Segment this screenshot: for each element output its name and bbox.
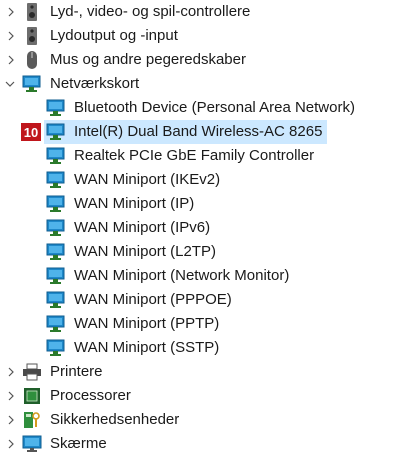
network-adapter-icon bbox=[22, 74, 42, 94]
tree-item-network-adapters[interactable]: Netværkskort bbox=[0, 72, 419, 96]
network-adapter-icon bbox=[46, 266, 66, 286]
tree-item-label: Sikkerhedsenheder bbox=[50, 411, 180, 428]
tree-item-label: WAN Miniport (IKEv2) bbox=[74, 171, 221, 188]
tree-item-label: WAN Miniport (Network Monitor) bbox=[74, 267, 290, 284]
tree-item-adapter[interactable]: WAN Miniport (L2TP) bbox=[0, 240, 419, 264]
tree-item-label: Realtek PCIe GbE Family Controller bbox=[74, 147, 315, 164]
annotation-badge: 10 bbox=[21, 123, 41, 141]
chevron-right-icon[interactable] bbox=[6, 0, 16, 24]
tree-item-label: Printere bbox=[50, 363, 103, 380]
tree-item-adapter[interactable]: WAN Miniport (IKEv2) bbox=[0, 168, 419, 192]
tree-item-label: Skærme bbox=[50, 435, 107, 452]
tree-item-monitors[interactable]: Skærme bbox=[0, 432, 419, 456]
printer-icon bbox=[22, 362, 42, 382]
network-adapter-icon bbox=[46, 242, 66, 262]
chevron-right-icon[interactable] bbox=[6, 432, 16, 456]
tree-item-label: Bluetooth Device (Personal Area Network) bbox=[74, 99, 355, 116]
speaker-icon bbox=[22, 2, 42, 22]
tree-item-label: Intel(R) Dual Band Wireless-AC 8265 bbox=[74, 123, 323, 140]
tree-item-label: Lyd-, video- og spil-controllere bbox=[50, 3, 251, 20]
speaker-icon bbox=[22, 26, 42, 46]
chevron-right-icon[interactable] bbox=[6, 48, 16, 72]
tree-item-audio-inputs-outputs[interactable]: Lydoutput og -input bbox=[0, 24, 419, 48]
tree-item-label: WAN Miniport (L2TP) bbox=[74, 243, 216, 260]
tree-item-adapter[interactable]: WAN Miniport (PPPOE) bbox=[0, 288, 419, 312]
network-adapter-icon bbox=[46, 98, 66, 118]
network-adapter-icon bbox=[46, 170, 66, 190]
tree-item-label: Processorer bbox=[50, 387, 131, 404]
tree-item-label: WAN Miniport (IP) bbox=[74, 195, 195, 212]
network-adapter-icon bbox=[46, 122, 66, 142]
tree-item-adapter[interactable]: WAN Miniport (IPv6) bbox=[0, 216, 419, 240]
tree-item-adapter[interactable]: Realtek PCIe GbE Family Controller bbox=[0, 144, 419, 168]
tree-item-adapter[interactable]: WAN Miniport (SSTP) bbox=[0, 336, 419, 360]
network-adapter-icon bbox=[46, 338, 66, 358]
tree-item-label: Lydoutput og -input bbox=[50, 27, 178, 44]
chevron-right-icon[interactable] bbox=[6, 384, 16, 408]
tree-item-label: Netværkskort bbox=[50, 75, 140, 92]
chevron-down-icon[interactable] bbox=[5, 72, 15, 96]
chevron-right-icon[interactable] bbox=[6, 24, 16, 48]
tree-item-adapter-selected[interactable]: Intel(R) Dual Band Wireless-AC 8265 bbox=[44, 120, 327, 144]
tree-item-adapter[interactable]: WAN Miniport (PPTP) bbox=[0, 312, 419, 336]
tree-item-label: WAN Miniport (SSTP) bbox=[74, 339, 220, 356]
network-adapter-icon bbox=[46, 218, 66, 238]
tree-item-label: Mus og andre pegeredskaber bbox=[50, 51, 246, 68]
chevron-right-icon[interactable] bbox=[6, 360, 16, 384]
tree-item-printers[interactable]: Printere bbox=[0, 360, 419, 384]
network-adapter-icon bbox=[46, 194, 66, 214]
tree-item-adapter[interactable]: Bluetooth Device (Personal Area Network) bbox=[0, 96, 419, 120]
tree-item-processors[interactable]: Processorer bbox=[0, 384, 419, 408]
tree-item-security-devices[interactable]: Sikkerhedsenheder bbox=[0, 408, 419, 432]
security-device-icon bbox=[22, 410, 42, 430]
tree-item-label: WAN Miniport (PPTP) bbox=[74, 315, 220, 332]
tree-item-label: WAN Miniport (PPPOE) bbox=[74, 291, 232, 308]
network-adapter-icon bbox=[46, 290, 66, 310]
monitor-icon bbox=[22, 434, 42, 454]
tree-item-adapter[interactable]: WAN Miniport (IP) bbox=[0, 192, 419, 216]
tree-item-adapter[interactable]: WAN Miniport (Network Monitor) bbox=[0, 264, 419, 288]
tree-item-label: WAN Miniport (IPv6) bbox=[74, 219, 211, 236]
tree-item-mice[interactable]: Mus og andre pegeredskaber bbox=[0, 48, 419, 72]
network-adapter-icon bbox=[46, 146, 66, 166]
chevron-right-icon[interactable] bbox=[6, 408, 16, 432]
mouse-icon bbox=[22, 50, 42, 70]
network-adapter-icon bbox=[46, 314, 66, 334]
tree-item-sound-video-game-controllers[interactable]: Lyd-, video- og spil-controllere bbox=[0, 0, 419, 24]
processor-icon bbox=[22, 386, 42, 406]
